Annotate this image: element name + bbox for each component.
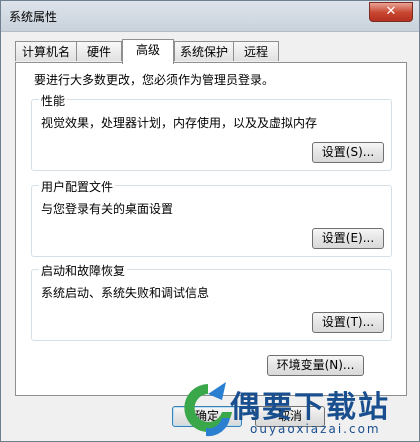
cancel-button[interactable]: 取消 <box>255 406 325 427</box>
startup-recovery-description: 系统启动、系统失败和调试信息 <box>41 286 210 300</box>
tab-advanced[interactable]: 高级 <box>122 39 174 64</box>
title-bar[interactable]: 系统属性 ✕ <box>1 1 419 32</box>
startup-recovery-settings-button[interactable]: 设置(T)... <box>312 312 384 333</box>
environment-variables-button[interactable]: 环境变量(N)... <box>267 355 364 376</box>
startup-recovery-title: 启动和故障恢复 <box>39 262 128 279</box>
user-profiles-description: 与您登录有关的桌面设置 <box>41 202 174 216</box>
system-properties-window: 系统属性 ✕ 计算机名 硬件 高级 系统保护 远程 要进行大多数更改，您必须作为… <box>0 0 420 442</box>
performance-settings-button[interactable]: 设置(S)... <box>312 142 384 163</box>
window-title: 系统属性 <box>9 10 58 24</box>
advanced-panel: 要进行大多数更改，您必须作为管理员登录。 性能 视觉效果，处理器计划，内存使用，… <box>15 62 407 396</box>
admin-note: 要进行大多数更改，您必须作为管理员登录。 <box>34 73 275 87</box>
startup-recovery-group: 启动和故障恢复 系统启动、系统失败和调试信息 设置(T)... <box>31 262 392 341</box>
tab-hardware[interactable]: 硬件 <box>76 41 122 61</box>
tab-computer-name[interactable]: 计算机名 <box>15 41 77 61</box>
close-button[interactable]: ✕ <box>369 2 413 22</box>
user-profiles-settings-button[interactable]: 设置(E)... <box>312 228 384 249</box>
performance-title: 性能 <box>39 92 68 109</box>
performance-group: 性能 视觉效果，处理器计划，内存使用，以及及虚拟内存 设置(S)... <box>31 92 392 171</box>
tab-remote[interactable]: 远程 <box>233 41 279 61</box>
ok-button[interactable]: 确定 <box>172 406 242 427</box>
user-profiles-group: 用户配置文件 与您登录有关的桌面设置 设置(E)... <box>31 178 392 257</box>
user-profiles-title: 用户配置文件 <box>39 178 116 195</box>
tab-system-protection[interactable]: 系统保护 <box>174 41 234 61</box>
performance-description: 视觉效果，处理器计划，内存使用，以及及虚拟内存 <box>41 116 318 130</box>
